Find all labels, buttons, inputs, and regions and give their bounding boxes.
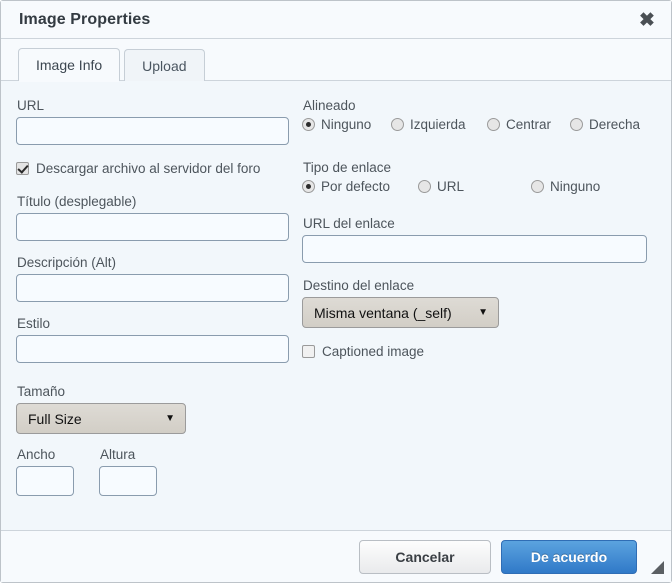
align-option-centrar-label: Centrar [506,117,552,132]
align-radio-row: Ninguno Izquierda Centrar Derecha [302,117,657,137]
size-field-group: Tamaño Full Size ▼ [16,384,291,434]
link-target-select-wrap: Misma ventana (_self) ▼ [302,297,499,328]
link-type-option-url[interactable]: URL [418,179,464,194]
upload-to-forum-checkbox[interactable]: Descargar archivo al servidor del foro [16,161,260,176]
link-type-label: Tipo de enlace [303,160,392,175]
radio-icon [302,118,315,131]
link-type-option-por-defecto[interactable]: Por defecto [302,179,390,194]
size-select[interactable]: Full Size [16,403,186,434]
url-label: URL [17,98,45,113]
height-field-group: Altura [99,447,157,496]
link-target-group: Destino del enlace Misma ventana (_self)… [302,278,657,328]
dialog-title: Image Properties [19,10,151,28]
link-url-input[interactable] [302,235,647,263]
width-input[interactable] [16,466,74,496]
left-column: URL Descargar archivo al servidor del fo… [16,81,291,496]
height-label: Altura [100,447,136,462]
link-type-group: Tipo de enlace Por defecto URL Ninguno [302,160,657,199]
tab-upload-label: Upload [142,57,187,74]
size-label: Tamaño [17,384,66,399]
radio-icon [487,118,500,131]
style-field-group: Estilo [16,316,291,363]
align-option-ninguno-label: Ninguno [321,117,372,132]
image-properties-dialog: Image Properties ✖ Image Info Upload URL… [0,0,672,583]
dialog-body: URL Descargar archivo al servidor del fo… [1,81,671,530]
ok-button[interactable]: De acuerdo [501,539,637,574]
tab-image-info-label: Image Info [36,57,103,73]
align-option-centrar[interactable]: Centrar [487,117,551,132]
upload-to-forum-label: Descargar archivo al servidor del foro [36,161,261,176]
link-type-option-por-defecto-label: Por defecto [321,179,391,194]
align-label: Alineado [303,98,356,113]
link-type-option-ninguno[interactable]: Ninguno [531,179,600,194]
link-type-option-url-label: URL [437,179,465,194]
style-label: Estilo [17,316,51,331]
link-url-label: URL del enlace [303,216,395,231]
size-select-wrap: Full Size ▼ [16,403,186,434]
cancel-button-label: Cancelar [395,548,455,565]
radio-icon [531,180,544,193]
align-option-ninguno[interactable]: Ninguno [302,117,371,132]
tab-image-info[interactable]: Image Info [18,48,121,82]
close-icon[interactable]: ✖ [635,8,659,32]
height-input[interactable] [99,466,157,496]
title-field-group: Título (desplegable) [16,194,291,241]
ok-button-label: De acuerdo [530,548,608,565]
link-url-field-group: URL del enlace [302,216,657,263]
dialog-titlebar: Image Properties ✖ [1,1,671,39]
align-option-izquierda[interactable]: Izquierda [391,117,466,132]
link-target-label: Destino del enlace [303,278,415,293]
url-input[interactable] [16,117,289,145]
title-label: Título (desplegable) [17,194,137,209]
align-option-derecha[interactable]: Derecha [570,117,640,132]
url-field-group: URL [16,98,291,145]
title-input[interactable] [16,213,289,241]
tab-strip: Image Info Upload [1,39,671,82]
link-type-radio-row: Por defecto URL Ninguno [302,179,657,199]
style-input[interactable] [16,335,289,363]
width-label: Ancho [17,447,56,462]
right-column: Alineado Ninguno Izquierda Centrar Derec… [302,81,657,363]
link-type-option-ninguno-label: Ninguno [550,179,601,194]
description-label: Descripción (Alt) [17,255,117,270]
dialog-footer: Cancelar De acuerdo [1,530,671,582]
cancel-button[interactable]: Cancelar [359,539,491,574]
radio-icon [418,180,431,193]
align-group: Alineado Ninguno Izquierda Centrar Derec… [302,98,657,137]
width-field-group: Ancho [16,447,74,496]
dimensions-group: Ancho Altura [16,447,291,496]
description-field-group: Descripción (Alt) [16,255,291,302]
checkbox-icon [302,345,315,358]
align-option-izquierda-label: Izquierda [410,117,466,132]
radio-icon [391,118,404,131]
radio-icon [302,180,315,193]
link-target-select[interactable]: Misma ventana (_self) [302,297,499,328]
captioned-image-checkbox[interactable]: Captioned image [302,344,424,359]
tab-upload[interactable]: Upload [124,49,205,81]
description-input[interactable] [16,274,289,302]
align-option-derecha-label: Derecha [589,117,641,132]
captioned-image-label: Captioned image [322,344,425,359]
radio-icon [570,118,583,131]
checkbox-icon [16,162,29,175]
resize-handle-icon[interactable] [651,561,664,574]
